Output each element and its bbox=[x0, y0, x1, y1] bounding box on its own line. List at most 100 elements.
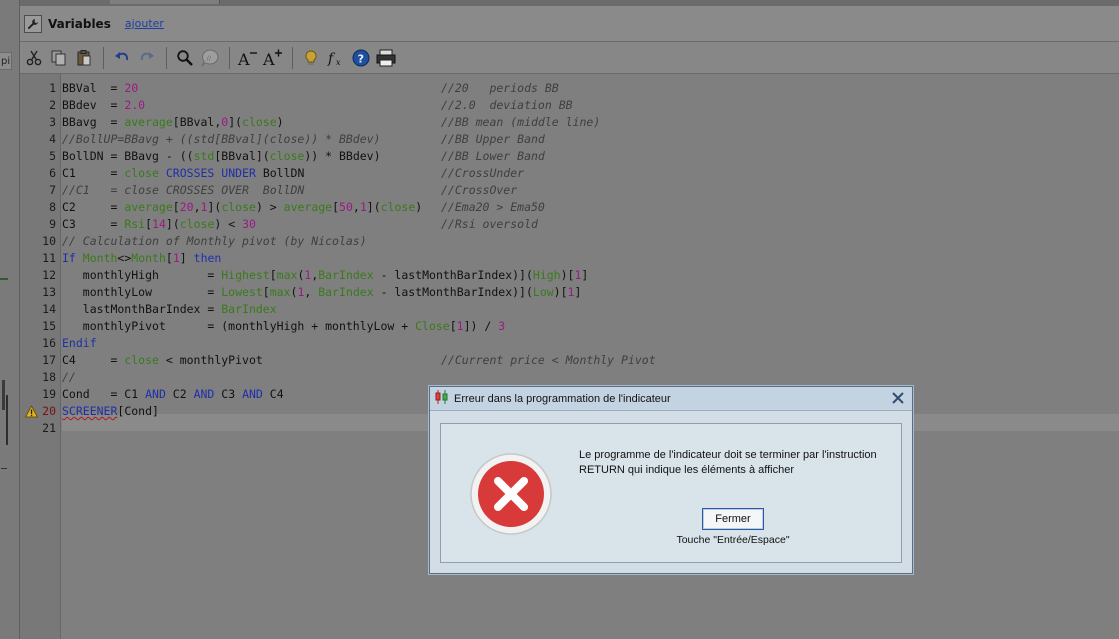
lightbulb-icon[interactable] bbox=[299, 46, 323, 70]
line-number: 6 bbox=[49, 166, 56, 180]
code-text: BBavg = average[BBval,0](close) bbox=[62, 115, 284, 129]
code-text: Cond = C1 AND C2 AND C3 AND C4 bbox=[62, 387, 284, 401]
svg-text:?: ? bbox=[358, 52, 364, 65]
code-text: SCREENER[Cond] bbox=[62, 404, 159, 418]
code-comment: //BB mean (middle line) bbox=[441, 115, 601, 129]
toolbar-separator bbox=[229, 46, 230, 69]
wrench-icon[interactable] bbox=[24, 14, 42, 33]
code-text: BBdev = 2.0 bbox=[62, 98, 146, 112]
code-comment: //Ema20 > Ema50 bbox=[441, 200, 545, 214]
line-number: 18 bbox=[42, 370, 56, 384]
warning-icon bbox=[25, 405, 38, 418]
screen: pi Variables ajouter // A A f x ? 1 2 3 … bbox=[0, 0, 1119, 639]
svg-text:A: A bbox=[237, 50, 250, 67]
error-icon bbox=[469, 452, 553, 536]
code-comment: //20 periods BB bbox=[441, 81, 559, 95]
dialog-titlebar: Erreur dans la programmation de l'indica… bbox=[430, 387, 912, 411]
dialog-message: Le programme de l'indicateur doit se ter… bbox=[579, 448, 889, 478]
code-text: lastMonthBarIndex = BarIndex bbox=[62, 302, 277, 316]
line-number: 10 bbox=[42, 234, 56, 248]
line-number: 1 bbox=[49, 81, 56, 95]
code-text: C1 = close CROSSES UNDER BollDN bbox=[62, 166, 305, 180]
help-icon[interactable]: ? bbox=[349, 46, 373, 70]
editor-title: Variables bbox=[48, 16, 111, 31]
line-number: 9 bbox=[49, 217, 56, 231]
code-text: C3 = Rsi[14](close) < 30 bbox=[62, 217, 256, 231]
code-comment: //CrossOver bbox=[441, 183, 518, 197]
search-icon[interactable] bbox=[173, 46, 197, 70]
font-decrease-icon[interactable]: A bbox=[236, 46, 260, 70]
paste-icon[interactable] bbox=[72, 46, 96, 70]
chart-mark bbox=[1, 468, 7, 469]
line-number: 21 bbox=[42, 421, 56, 435]
code-text: C2 = average[20,1](close) > average[50,1… bbox=[62, 200, 423, 214]
close-icon[interactable] bbox=[890, 390, 906, 406]
code-text: monthlyLow = Lowest[max(1, BarIndex - la… bbox=[62, 285, 582, 299]
code-text: //C1 = close CROSSES OVER BollDN bbox=[62, 183, 305, 197]
line-number: 5 bbox=[49, 149, 56, 163]
undo-icon[interactable] bbox=[110, 46, 134, 70]
line-number: 8 bbox=[49, 200, 56, 214]
svg-text:f: f bbox=[327, 51, 336, 67]
line-number: 17 bbox=[42, 353, 56, 367]
code-text: // bbox=[62, 370, 76, 384]
editor-toolbar: // A A fx ? bbox=[20, 42, 1119, 74]
code-text: // Calculation of Monthly pivot (by Nico… bbox=[62, 234, 367, 248]
toolbar-separator bbox=[103, 46, 104, 69]
line-number: 15 bbox=[42, 319, 56, 333]
line-number: 14 bbox=[42, 302, 56, 316]
cut-icon[interactable] bbox=[22, 46, 46, 70]
toolbar-separator bbox=[166, 46, 167, 69]
candlestick-icon bbox=[434, 389, 450, 409]
dialog-body: Le programme de l'indicateur doit se ter… bbox=[440, 423, 902, 563]
line-number: 7 bbox=[49, 183, 56, 197]
code-text: BBVal = 20 bbox=[62, 81, 139, 95]
dialog-message-line: Le programme de l'indicateur doit se ter… bbox=[579, 449, 877, 461]
chart-mark bbox=[6, 395, 8, 445]
line-number: 13 bbox=[42, 285, 56, 299]
svg-text:A: A bbox=[262, 50, 275, 67]
line-number: 2 bbox=[49, 98, 56, 112]
keyboard-hint: Touche "Entrée/Espace" bbox=[676, 534, 790, 546]
font-increase-icon[interactable]: A bbox=[261, 46, 285, 70]
code-text: Endif bbox=[62, 336, 97, 350]
close-dialog-button[interactable]: Fermer bbox=[702, 508, 764, 530]
line-number: 3 bbox=[49, 115, 56, 129]
code-text: monthlyPivot = (monthlyHigh + monthlyLow… bbox=[62, 319, 506, 333]
background-chart-strip: pi bbox=[0, 0, 20, 639]
line-number: 4 bbox=[49, 132, 56, 146]
background-tab-edge bbox=[110, 0, 220, 4]
code-comment: //BB Lower Band bbox=[441, 149, 545, 163]
code-comment: //Current price < Monthly Pivot bbox=[441, 353, 656, 367]
toolbar-separator bbox=[292, 46, 293, 69]
code-comment: //BB Upper Band bbox=[441, 132, 545, 146]
add-variable-link[interactable]: ajouter bbox=[125, 17, 164, 30]
background-tab-fragment[interactable]: pi bbox=[0, 52, 12, 70]
code-text: //BollUP=BBavg + ((std[BBval](close)) * … bbox=[62, 132, 381, 146]
chart-mark bbox=[2, 380, 5, 410]
error-dialog: Erreur dans la programmation de l'indica… bbox=[429, 386, 913, 574]
line-number: 11 bbox=[42, 251, 56, 265]
code-text: monthlyHigh = Highest[max(1,BarIndex - l… bbox=[62, 268, 589, 282]
code-text: BollDN = BBavg - ((std[BBval](close)) * … bbox=[62, 149, 381, 163]
print-icon[interactable] bbox=[374, 46, 398, 70]
line-number: 12 bbox=[42, 268, 56, 282]
redo-icon[interactable] bbox=[135, 46, 159, 70]
code-comment: //CrossUnder bbox=[441, 166, 525, 180]
comment-icon[interactable]: // bbox=[198, 46, 222, 70]
code-comment: //Rsi oversold bbox=[441, 217, 538, 231]
code-comment: //2.0 deviation BB bbox=[441, 98, 573, 112]
function-icon[interactable]: fx bbox=[324, 46, 348, 70]
line-number: 19 bbox=[42, 387, 56, 401]
svg-text:x: x bbox=[336, 58, 341, 67]
editor-header: Variables ajouter bbox=[20, 6, 1119, 42]
dialog-title: Erreur dans la programmation de l'indica… bbox=[454, 392, 671, 405]
dialog-message-line: RETURN qui indique les éléments à affich… bbox=[579, 464, 795, 476]
svg-text://: // bbox=[207, 54, 212, 62]
copy-icon[interactable] bbox=[47, 46, 71, 70]
code-text: If Month<>Month[1] then bbox=[62, 251, 222, 265]
chart-mark bbox=[0, 278, 8, 280]
line-number-gutter: 1 2 3 4 5 6 7 8 9 10 11 12 13 14 15 16 17 18 19 20 21 bbox=[20, 74, 61, 639]
code-text: C4 = close < monthlyPivot bbox=[62, 353, 263, 367]
line-number: 16 bbox=[42, 336, 56, 350]
